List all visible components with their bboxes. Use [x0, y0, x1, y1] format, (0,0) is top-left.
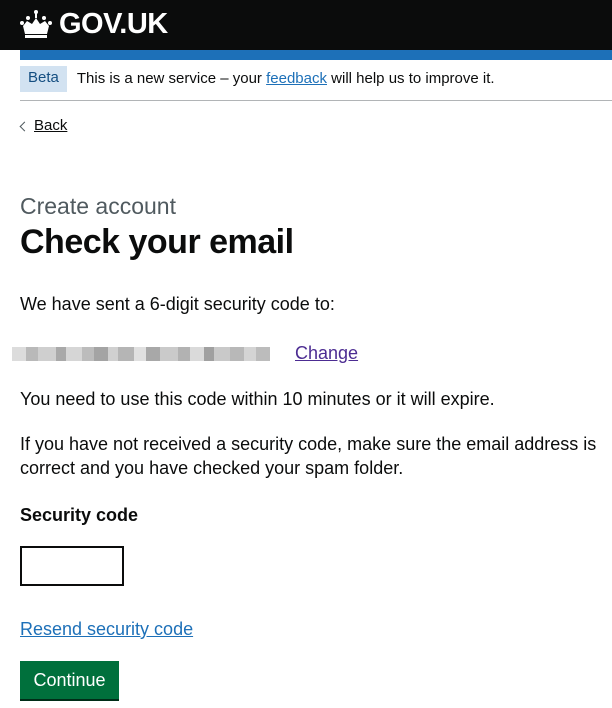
- security-code-label: Security code: [20, 505, 139, 525]
- expiry-text: You need to use this code within 10 minu…: [20, 389, 495, 409]
- page-title: Check your email: [20, 223, 294, 261]
- change-email-link[interactable]: Change: [295, 341, 358, 365]
- govuk-logo-link[interactable]: GOV.UK: [19, 7, 168, 41]
- chevron-left-icon: [19, 121, 30, 132]
- phase-text-before: This is a new service – your: [76, 70, 267, 87]
- help-text: If you have not received a security code…: [20, 434, 597, 478]
- resend-code-link[interactable]: Resend security code: [20, 617, 193, 641]
- site-header: GOV.UK: [0, 0, 612, 50]
- back-link[interactable]: Back: [19, 116, 68, 136]
- continue-button[interactable]: Continue: [20, 661, 119, 699]
- logo-text: GOV.UK: [59, 8, 168, 40]
- security-code-input[interactable]: [20, 546, 124, 586]
- redacted-email: [12, 343, 294, 363]
- crown-icon: [20, 10, 52, 38]
- phase-banner-text: This is a new service – your feedback wi…: [77, 66, 495, 92]
- sent-code-text: We have sent a 6-digit security code to:: [20, 294, 335, 314]
- beta-tag: Beta: [20, 66, 67, 92]
- phase-banner: Beta This is a new service – your feedba…: [20, 66, 612, 101]
- email-row: Change: [12, 341, 358, 365]
- back-link-label: Back: [34, 117, 68, 134]
- header-blue-bar: [20, 50, 612, 60]
- page-caption: Create account: [20, 193, 176, 219]
- feedback-link[interactable]: feedback: [266, 70, 327, 87]
- phase-text-after: will help us to improve it.: [327, 70, 495, 87]
